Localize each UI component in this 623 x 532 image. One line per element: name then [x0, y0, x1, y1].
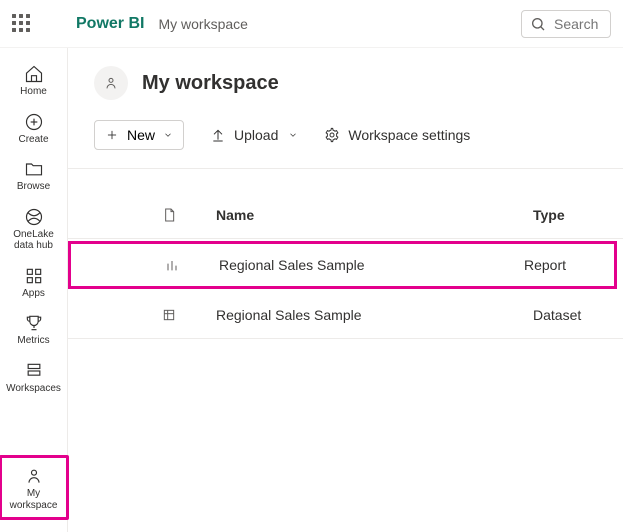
upload-button[interactable]: Upload	[210, 127, 298, 143]
folder-icon	[24, 159, 44, 179]
upload-label: Upload	[234, 127, 278, 143]
upload-icon	[210, 127, 226, 143]
trophy-icon	[24, 313, 44, 333]
nav-label: Home	[20, 86, 47, 98]
nav-my-workspace-highlight: My workspace	[0, 455, 69, 520]
nav-create[interactable]: Create	[4, 106, 64, 150]
workspaces-icon	[24, 361, 44, 381]
column-name[interactable]: Name	[216, 207, 533, 223]
nav-onelake[interactable]: OneLake data hub	[4, 201, 64, 256]
nav-my-workspace[interactable]: My workspace	[4, 460, 64, 515]
plus-icon	[105, 128, 119, 142]
search-box[interactable]	[521, 10, 611, 38]
chevron-down-icon	[288, 130, 298, 140]
content-table: Name Type Regional Sales Sample Report R…	[68, 169, 623, 339]
breadcrumb[interactable]: My workspace	[158, 16, 247, 32]
row-name[interactable]: Regional Sales Sample	[216, 307, 533, 323]
page-title: My workspace	[142, 72, 279, 95]
nav-label: My workspace	[4, 488, 64, 511]
nav-browse[interactable]: Browse	[4, 153, 64, 197]
row-type: Report	[524, 257, 614, 273]
left-nav: Home Create Browse OneLake data hub Apps…	[0, 48, 68, 532]
nav-label: Apps	[22, 288, 45, 300]
workspace-avatar	[94, 66, 128, 100]
nav-home[interactable]: Home	[4, 58, 64, 102]
report-icon	[164, 257, 180, 273]
search-icon	[530, 16, 546, 32]
file-icon	[161, 207, 177, 223]
row-type: Dataset	[533, 307, 623, 323]
gear-icon	[324, 127, 340, 143]
chevron-down-icon	[163, 130, 173, 140]
row-icon-cell	[122, 307, 216, 323]
nav-metrics[interactable]: Metrics	[4, 307, 64, 351]
dataset-icon	[161, 307, 177, 323]
row-icon-cell	[125, 257, 219, 273]
person-icon	[24, 466, 44, 486]
main-content: My workspace New Upload Workspace settin…	[68, 48, 623, 532]
file-type-column-icon[interactable]	[122, 207, 216, 223]
table-header: Name Type	[68, 191, 623, 239]
workspace-header: My workspace	[68, 48, 623, 112]
app-launcher-icon[interactable]	[12, 14, 32, 34]
workspace-settings-button[interactable]: Workspace settings	[324, 127, 470, 143]
nav-label: Create	[18, 134, 48, 146]
home-icon	[24, 64, 44, 84]
brand-title: Power BI	[76, 15, 144, 33]
plus-circle-icon	[24, 112, 44, 132]
column-type[interactable]: Type	[533, 207, 623, 223]
table-row-report-highlighted[interactable]: Regional Sales Sample Report	[68, 241, 617, 289]
nav-label: Workspaces	[6, 383, 61, 395]
row-name[interactable]: Regional Sales Sample	[219, 257, 524, 273]
nav-apps[interactable]: Apps	[4, 260, 64, 304]
nav-label: Metrics	[17, 335, 49, 347]
settings-label: Workspace settings	[348, 127, 470, 143]
nav-workspaces[interactable]: Workspaces	[4, 355, 64, 399]
person-icon	[103, 75, 119, 91]
toolbar: New Upload Workspace settings	[68, 112, 623, 169]
nav-label: Browse	[17, 181, 50, 193]
nav-label: OneLake data hub	[4, 229, 64, 252]
new-button[interactable]: New	[94, 120, 184, 150]
top-bar: Power BI My workspace	[0, 0, 623, 48]
search-input[interactable]	[554, 16, 602, 32]
table-row-dataset[interactable]: Regional Sales Sample Dataset	[68, 291, 623, 339]
new-button-label: New	[127, 127, 155, 143]
data-hub-icon	[24, 207, 44, 227]
apps-icon	[24, 266, 44, 286]
